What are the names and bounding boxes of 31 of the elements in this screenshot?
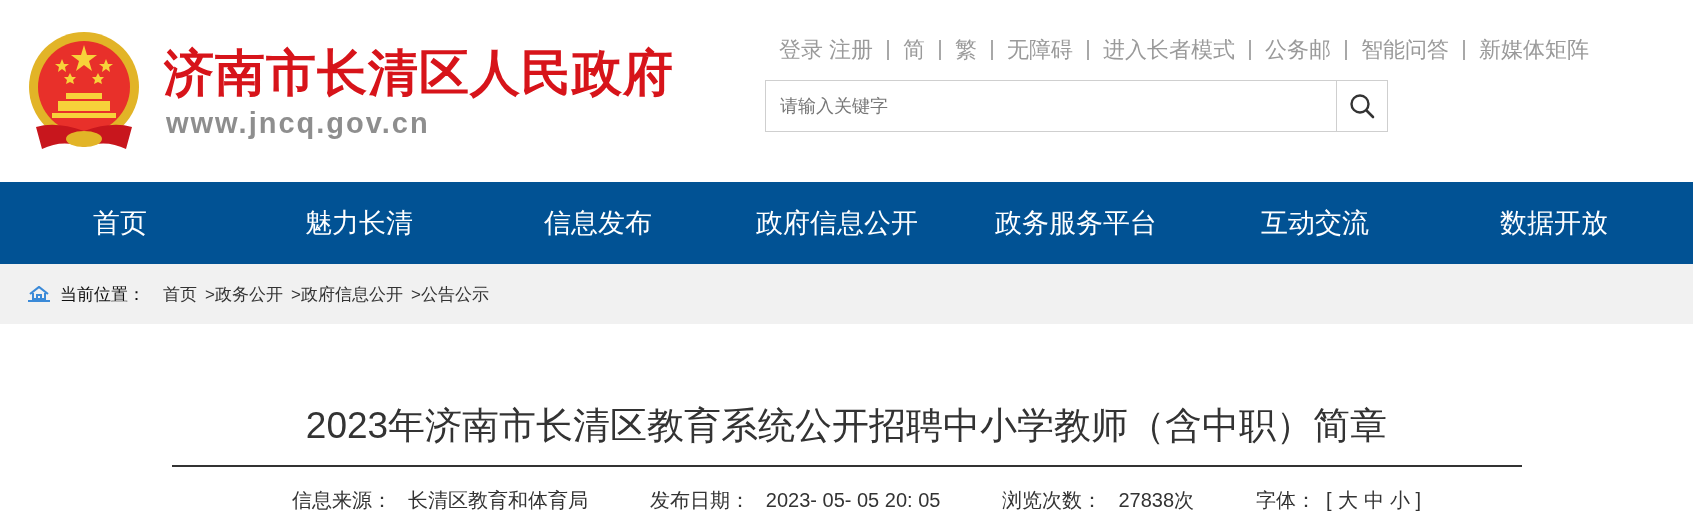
site-title: 济南市长清区人民政府: [164, 44, 674, 103]
nav-item[interactable]: 互动交流: [1195, 182, 1434, 264]
search-field[interactable]: 请输入关键字: [765, 80, 1336, 132]
home-icon: [28, 286, 50, 302]
bracket: ]: [1415, 489, 1422, 512]
breadcrumb-link[interactable]: >政务公开: [205, 282, 283, 306]
bracket: [: [1326, 489, 1332, 512]
meta-label: 字体：: [1256, 488, 1317, 513]
breadcrumb-label: 当前位置：: [60, 283, 145, 306]
search-button[interactable]: [1336, 80, 1388, 132]
meta-label: 信息来源：: [291, 488, 392, 513]
site-url: www.jncq.gov.cn: [165, 106, 431, 141]
nav-item[interactable]: 首页: [0, 182, 239, 264]
search-icon: [1349, 93, 1375, 119]
nav-item[interactable]: 信息发布: [478, 182, 717, 264]
article-title: 2023年济南市长清区教育系统公开招聘中小学教师（含中职）简章: [171, 400, 1522, 467]
meta-value: 27838次: [1118, 488, 1195, 513]
nav-item[interactable]: 政务服务平台: [956, 182, 1195, 264]
font-size-link[interactable]: 大: [1337, 487, 1358, 514]
nav-item[interactable]: 数据开放: [1434, 182, 1673, 264]
font-size-link[interactable]: 小: [1389, 487, 1410, 514]
meta-value: 长清区教育和体育局: [407, 488, 588, 513]
meta-label: 浏览次数：: [1002, 488, 1103, 513]
meta-value: 2023- 05- 05 20: 05: [765, 489, 941, 512]
breadcrumb-link[interactable]: 首页: [163, 282, 197, 306]
breadcrumb-link[interactable]: >公告公示: [410, 282, 489, 306]
meta-label: 发布日期：: [649, 488, 750, 513]
breadcrumb-link[interactable]: >政府信息公开: [290, 282, 403, 306]
nav-item[interactable]: 政府信息公开: [717, 182, 956, 264]
font-size-link[interactable]: 中: [1363, 487, 1384, 514]
nav-item[interactable]: 魅力长清: [239, 182, 478, 264]
